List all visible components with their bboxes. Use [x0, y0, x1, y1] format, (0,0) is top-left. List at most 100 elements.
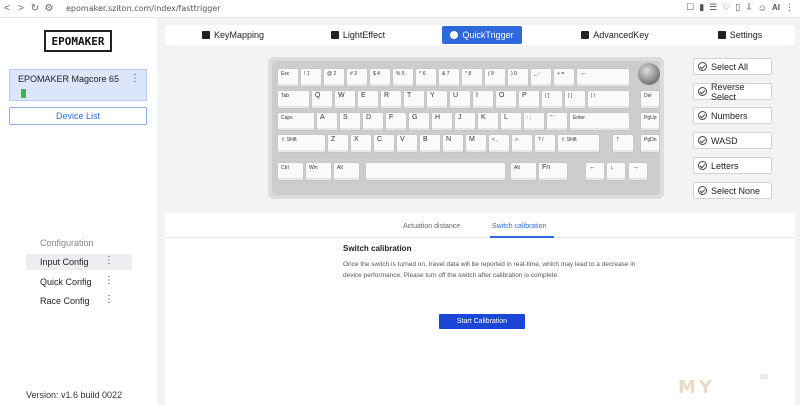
- select-all-option[interactable]: Select All: [693, 58, 772, 75]
- key-cap[interactable]: V: [396, 134, 418, 153]
- key-cap[interactable]: H: [431, 112, 453, 131]
- key-cap[interactable]: E: [357, 90, 379, 109]
- key-cap[interactable]: Enter: [569, 112, 630, 131]
- extensions-icon[interactable]: ▯: [735, 2, 740, 13]
- key-cap[interactable]: ! 1: [300, 68, 322, 87]
- key-cap[interactable]: S: [339, 112, 361, 131]
- reload-icon[interactable]: ↻: [28, 3, 42, 14]
- key-cap[interactable]: Caps: [277, 112, 315, 131]
- start-calibration-button[interactable]: Start Calibration: [439, 314, 525, 329]
- key-cap[interactable]: @ 2: [323, 68, 345, 87]
- key-cap[interactable]: I: [472, 90, 494, 109]
- key-cap[interactable]: ⇧ Shift: [557, 134, 600, 153]
- key-cap[interactable]: J: [454, 112, 476, 131]
- key-cap[interactable]: Fn: [538, 162, 568, 181]
- tab-quicktrigger[interactable]: QuickTrigger: [442, 26, 522, 44]
- key-cap[interactable]: PgDn: [640, 134, 660, 153]
- downloads-icon[interactable]: ⇩: [745, 2, 753, 13]
- key-cap[interactable]: G: [408, 112, 430, 131]
- tab-advancedkey[interactable]: AdvancedKey: [575, 26, 655, 44]
- device-card[interactable]: EPOMAKER Magcore 65 ⋮: [9, 69, 147, 101]
- tab-actuation-distance[interactable]: Actuation distance: [403, 223, 460, 230]
- key-cap[interactable]: U: [449, 90, 471, 109]
- heart-icon[interactable]: ♡: [722, 2, 730, 13]
- key-cap[interactable]: B: [419, 134, 441, 153]
- key-cap[interactable]: C: [373, 134, 395, 153]
- key-cap[interactable]: →: [628, 162, 648, 181]
- key-cap[interactable]: $ 4: [369, 68, 391, 87]
- device-list-button[interactable]: Device List: [9, 107, 147, 125]
- key-cap[interactable]: _ -: [530, 68, 552, 87]
- key-cap[interactable]: Y: [426, 90, 448, 109]
- more-icon[interactable]: ⋮: [104, 294, 114, 305]
- more-icon[interactable]: ⋮: [104, 255, 114, 266]
- more-icon[interactable]: ⋮: [104, 275, 114, 286]
- key-cap[interactable]: Tab: [277, 90, 310, 109]
- key-cap[interactable]: * 8: [461, 68, 483, 87]
- key-cap[interactable]: N: [442, 134, 464, 153]
- translate-icon[interactable]: ☰: [709, 2, 717, 13]
- key-cap[interactable]: > .: [511, 134, 533, 153]
- key-cap[interactable]: F: [385, 112, 407, 131]
- config-item-quick[interactable]: Quick Config ⋮: [26, 274, 132, 290]
- key-cap[interactable]: ? /: [534, 134, 556, 153]
- key-cap[interactable]: + =: [553, 68, 575, 87]
- key-cap[interactable]: L: [500, 112, 522, 131]
- key-cap[interactable]: : ;: [523, 112, 545, 131]
- key-cap[interactable]: ^ 6: [415, 68, 437, 87]
- key-cap[interactable]: | \: [587, 90, 630, 109]
- tab-keymapping[interactable]: KeyMapping: [193, 26, 273, 44]
- key-cap[interactable]: ←: [585, 162, 605, 181]
- key-cap[interactable]: Alt: [333, 162, 360, 181]
- key-cap[interactable]: R: [380, 90, 402, 109]
- letters-option[interactable]: Letters: [693, 157, 772, 174]
- key-cap[interactable]: Z: [327, 134, 349, 153]
- config-item-input[interactable]: Input Config ⋮: [26, 254, 132, 270]
- key-cap[interactable]: & 7: [438, 68, 460, 87]
- key-cap[interactable]: { [: [541, 90, 563, 109]
- key-cap[interactable]: Win: [305, 162, 332, 181]
- select-none-option[interactable]: Select None: [693, 182, 772, 199]
- ai-label[interactable]: AI: [772, 3, 780, 12]
- key-cap[interactable]: O: [495, 90, 517, 109]
- bookmark-icon[interactable]: ☐: [686, 2, 694, 13]
- tab-switch-calibration[interactable]: Switch calibration: [492, 223, 546, 230]
- key-cap[interactable]: ←: [576, 68, 630, 87]
- key-cap[interactable]: A: [316, 112, 338, 131]
- key-cap[interactable]: ⇧ Shift: [277, 134, 326, 153]
- key-cap[interactable]: PgUp: [640, 112, 660, 131]
- key-cap[interactable]: Esc: [277, 68, 299, 87]
- tab-settings[interactable]: Settings: [710, 26, 770, 44]
- reverse-select-option[interactable]: Reverse Select: [693, 82, 772, 102]
- tab-lighteffect[interactable]: LightEffect: [323, 26, 393, 44]
- key-cap[interactable]: M: [465, 134, 487, 153]
- key-cap[interactable]: ( 9: [484, 68, 506, 87]
- back-icon[interactable]: <: [0, 3, 14, 14]
- key-cap[interactable]: Del: [640, 90, 660, 109]
- wasd-option[interactable]: WASD: [693, 132, 772, 149]
- key-cap[interactable]: ↑: [612, 134, 634, 153]
- key-cap[interactable]: Ctrl: [277, 162, 304, 181]
- browser-menu-icon[interactable]: ⋮: [785, 2, 794, 13]
- key-cap[interactable]: ) 0: [507, 68, 529, 87]
- key-cap[interactable]: % 5: [392, 68, 414, 87]
- key-cap[interactable]: [365, 162, 506, 181]
- key-cap[interactable]: ↓: [606, 162, 626, 181]
- key-cap[interactable]: Alt: [510, 162, 537, 181]
- key-cap[interactable]: Q: [311, 90, 333, 109]
- key-cap[interactable]: } ]: [564, 90, 586, 109]
- key-cap[interactable]: X: [350, 134, 372, 153]
- key-cap[interactable]: " ': [546, 112, 568, 131]
- device-menu-icon[interactable]: ⋮: [130, 73, 140, 84]
- forward-icon[interactable]: >: [14, 3, 28, 14]
- key-cap[interactable]: T: [403, 90, 425, 109]
- address-bar[interactable]: epomaker.sziton.com/index/fasttrigger: [66, 4, 221, 13]
- numbers-option[interactable]: Numbers: [693, 107, 772, 124]
- site-info-icon[interactable]: ⚙: [42, 3, 56, 14]
- key-cap[interactable]: # 3: [346, 68, 368, 87]
- account-icon[interactable]: ☺: [758, 3, 767, 13]
- key-cap[interactable]: D: [362, 112, 384, 131]
- key-cap[interactable]: P: [518, 90, 540, 109]
- keyboard-knob[interactable]: [638, 63, 660, 85]
- key-cap[interactable]: K: [477, 112, 499, 131]
